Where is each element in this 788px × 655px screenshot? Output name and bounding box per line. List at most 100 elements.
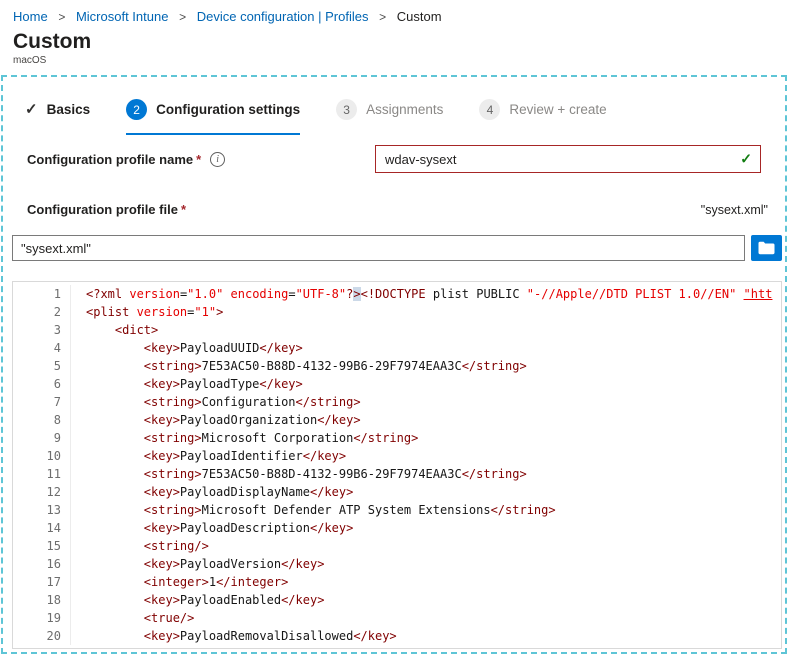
- code-line: 6 <key>PayloadType</key>: [13, 375, 781, 393]
- profile-file-label: Configuration profile file: [27, 202, 178, 217]
- required-asterisk: *: [196, 151, 202, 167]
- breadcrumb: Home > Microsoft Intune > Device configu…: [0, 0, 788, 24]
- tab-basics[interactable]: ✓ Basics: [25, 99, 90, 135]
- line-number: 11: [13, 465, 71, 483]
- code-line: 11 <string>7E53AC50-B88D-4132-99B6-29F79…: [13, 465, 781, 483]
- code-line: 16 <key>PayloadVersion</key>: [13, 555, 781, 573]
- profile-name-label: Configuration profile name: [27, 151, 194, 167]
- code-line: 20 <key>PayloadRemovalDisallowed</key>: [13, 627, 781, 645]
- intune-custom-profile-page: Home > Microsoft Intune > Device configu…: [0, 0, 788, 654]
- line-number: 5: [13, 357, 71, 375]
- code-line: 12 <key>PayloadDisplayName</key>: [13, 483, 781, 501]
- code-line-text: <?xml version="1.0" encoding="UTF-8"?><!…: [86, 287, 773, 301]
- line-number: 3: [13, 321, 71, 339]
- breadcrumb-item-microsoft-intune[interactable]: Microsoft Intune: [76, 9, 169, 24]
- line-number: 13: [13, 501, 71, 519]
- xml-editor[interactable]: 1 <?xml version="1.0" encoding="UTF-8"?><…: [12, 281, 782, 649]
- required-asterisk: *: [180, 202, 186, 217]
- code-line: 18 <key>PayloadEnabled</key>: [13, 591, 781, 609]
- code-line: 9 <string>Microsoft Corporation</string>: [13, 429, 781, 447]
- line-number: 9: [13, 429, 71, 447]
- tab-review-create[interactable]: 4 Review + create: [479, 99, 607, 135]
- line-number: 15: [13, 537, 71, 555]
- capture-region: ✓ Basics 2 Configuration settings 3 Assi…: [1, 75, 787, 654]
- code-line: 3 <dict>: [13, 321, 781, 339]
- code-line-text: <string>7E53AC50-B88D-4132-99B6-29F7974E…: [143, 467, 527, 481]
- wizard-steps: ✓ Basics 2 Configuration settings 3 Assi…: [3, 77, 785, 135]
- page-subtitle: macOS: [13, 55, 47, 66]
- code-line-text: <key>PayloadVersion</key>: [143, 557, 325, 571]
- profile-file-label-group: Configuration profile file *: [27, 202, 186, 217]
- code-line: 17 <integer>1</integer>: [13, 573, 781, 591]
- tab-configuration-settings[interactable]: 2 Configuration settings: [126, 99, 301, 135]
- code-line: 7 <string>Configuration</string>: [13, 393, 781, 411]
- line-number: 7: [13, 393, 71, 411]
- breadcrumb-item-device-configuration-profiles[interactable]: Device configuration | Profiles: [197, 9, 369, 24]
- code-line-text: <string>Configuration</string>: [143, 395, 361, 409]
- code-line: 2 <plist version="1">: [13, 303, 781, 321]
- line-number: 14: [13, 519, 71, 537]
- tab-assignments[interactable]: 3 Assignments: [336, 99, 443, 135]
- file-name-annotation: "sysext.xml": [700, 202, 768, 217]
- code-line-text: <true/>: [143, 611, 195, 625]
- line-number: 12: [13, 483, 71, 501]
- line-number: 8: [13, 411, 71, 429]
- code-line-text: <key>PayloadDescription</key>: [143, 521, 354, 535]
- line-number: 4: [13, 339, 71, 357]
- profile-file-row: [12, 235, 782, 261]
- line-number: 18: [13, 591, 71, 609]
- tab-review-create-label: Review + create: [509, 102, 607, 117]
- tab-configuration-settings-label: Configuration settings: [156, 102, 301, 117]
- profile-name-row: Configuration profile name * i ✓: [27, 145, 761, 173]
- line-number: 2: [13, 303, 71, 321]
- code-line-text: <key>PayloadType</key>: [143, 377, 303, 391]
- code-line: 15 <string/>: [13, 537, 781, 555]
- code-line-text: <key>PayloadUUID</key>: [143, 341, 303, 355]
- code-line: 1 <?xml version="1.0" encoding="UTF-8"?><…: [13, 285, 781, 303]
- code-line-text: <key>PayloadIdentifier</key>: [143, 449, 347, 463]
- code-line-text: <key>PayloadEnabled</key>: [143, 593, 325, 607]
- profile-name-label-group: Configuration profile name * i: [27, 151, 375, 167]
- code-line-text: <plist version="1">: [86, 305, 224, 319]
- browse-file-button[interactable]: [751, 235, 782, 261]
- line-number: 19: [13, 609, 71, 627]
- breadcrumb-item-current: Custom: [396, 9, 442, 24]
- check-icon: ✓: [25, 101, 38, 118]
- step-3-badge: 3: [336, 99, 358, 120]
- code-line: 4 <key>PayloadUUID</key>: [13, 339, 781, 357]
- line-number: 1: [13, 285, 71, 303]
- line-number: 17: [13, 573, 71, 591]
- code-line: 14 <key>PayloadDescription</key>: [13, 519, 781, 537]
- info-icon[interactable]: i: [210, 151, 226, 167]
- code-line-text: <integer>1</integer>: [143, 575, 289, 589]
- file-path-input[interactable]: [12, 235, 745, 261]
- tab-assignments-label: Assignments: [366, 102, 444, 117]
- line-number: 16: [13, 555, 71, 573]
- code-line: 13 <string>Microsoft Defender ATP System…: [13, 501, 781, 519]
- line-number: 6: [13, 375, 71, 393]
- code-line: 10 <key>PayloadIdentifier</key>: [13, 447, 781, 465]
- breadcrumb-separator-icon: >: [379, 10, 387, 24]
- code-line: 5 <string>7E53AC50-B88D-4132-99B6-29F797…: [13, 357, 781, 375]
- code-line: 8 <key>PayloadOrganization</key>: [13, 411, 781, 429]
- code-line-text: <string/>: [143, 539, 209, 553]
- step-4-badge: 4: [479, 99, 501, 120]
- code-line: 19 <true/>: [13, 609, 781, 627]
- breadcrumb-separator-icon: >: [58, 10, 66, 24]
- code-line-text: <key>PayloadRemovalDisallowed</key>: [143, 629, 397, 643]
- valid-check-icon: ✓: [740, 150, 752, 167]
- code-line-text: <string>Microsoft Defender ATP System Ex…: [143, 503, 556, 517]
- step-2-badge: 2: [126, 99, 148, 120]
- code-line-text: <key>PayloadDisplayName</key>: [143, 485, 354, 499]
- code-lines: 1 <?xml version="1.0" encoding="UTF-8"?><…: [13, 285, 781, 645]
- page-header: Custom macOS: [0, 24, 788, 66]
- code-line-text: <dict>: [114, 323, 159, 337]
- breadcrumb-separator-icon: >: [179, 10, 187, 24]
- tab-basics-label: Basics: [46, 102, 91, 117]
- breadcrumb-item-home[interactable]: Home: [13, 9, 48, 24]
- folder-icon: [758, 241, 775, 255]
- code-line-text: <key>PayloadOrganization</key>: [143, 413, 361, 427]
- profile-name-input[interactable]: [375, 145, 761, 173]
- code-line-text: <string>Microsoft Corporation</string>: [143, 431, 419, 445]
- line-number: 20: [13, 627, 71, 645]
